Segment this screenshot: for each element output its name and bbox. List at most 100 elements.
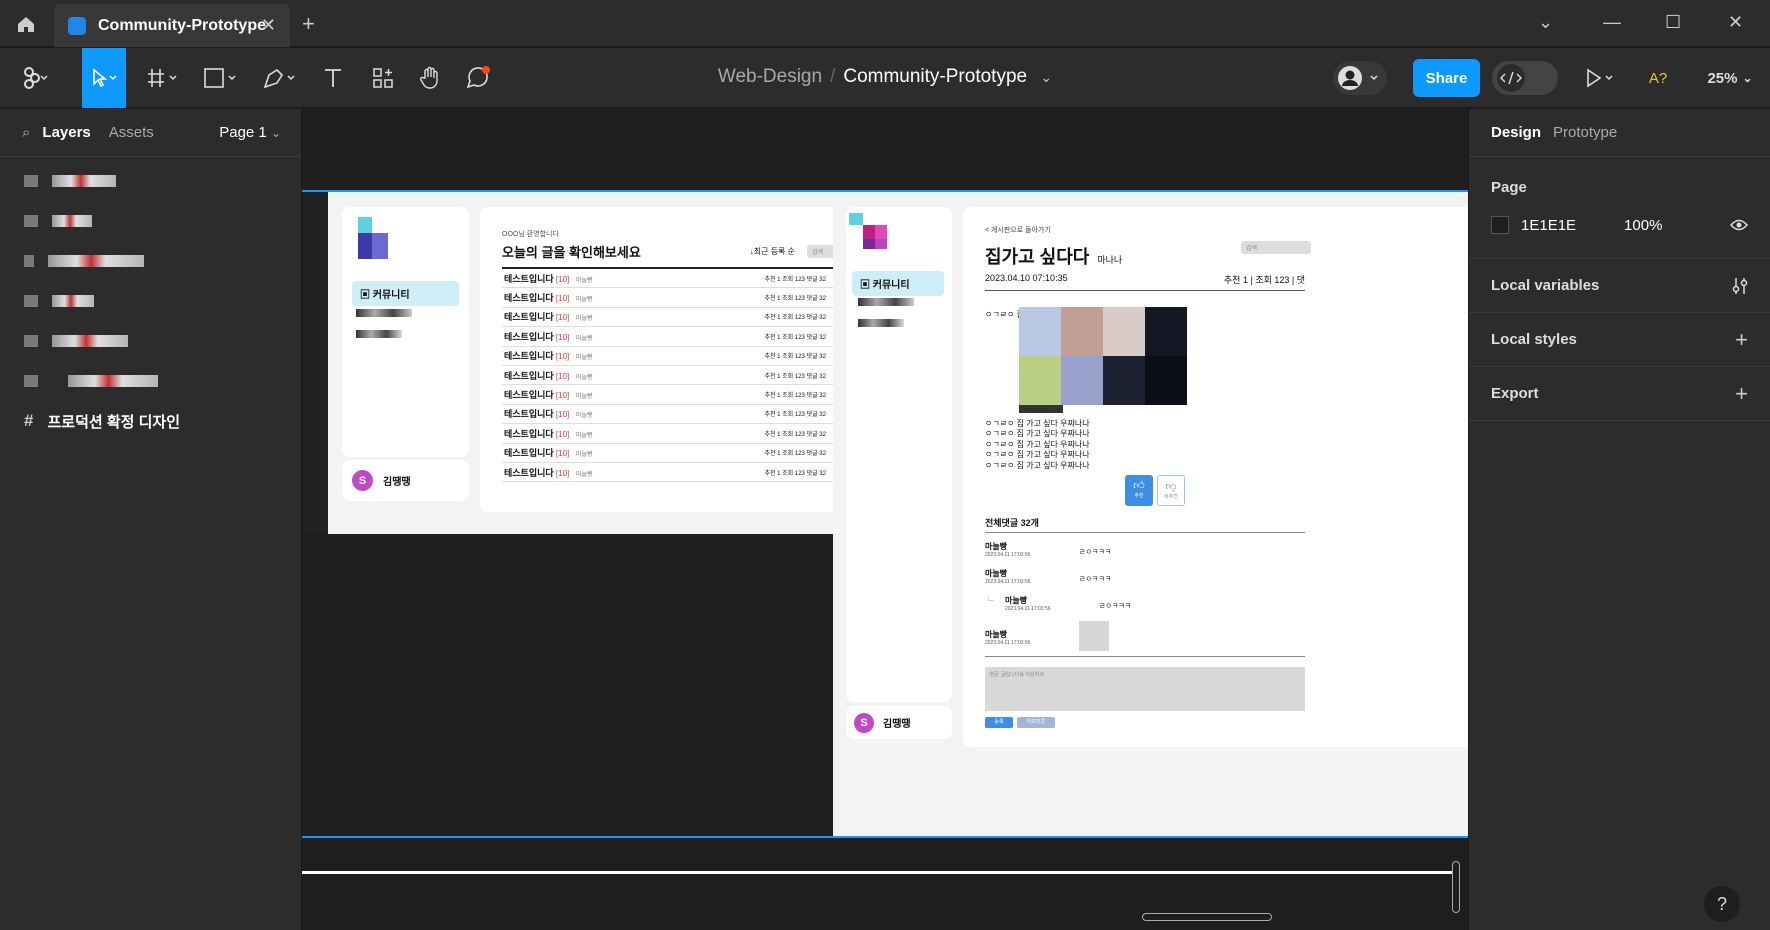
- back-link[interactable]: < 게시판으로 돌아가기: [985, 225, 1468, 235]
- layer-frame[interactable]: # 프로덕션 확정 디자인: [0, 401, 301, 441]
- help-button[interactable]: ?: [1704, 886, 1740, 922]
- page-selector[interactable]: Page 1 ⌄: [219, 124, 281, 141]
- sidebar-item-redacted[interactable]: [356, 309, 412, 317]
- layer-row[interactable]: [0, 321, 301, 361]
- post-title: 테스트입니다: [504, 448, 554, 459]
- layers-panel: ⌕ Layers Assets Page 1 ⌄ # 프로덕션 확정 디자인: [0, 109, 302, 930]
- layer-name-redacted: [52, 295, 94, 307]
- page-opacity[interactable]: 100%: [1624, 217, 1662, 234]
- avatar: S: [854, 712, 874, 733]
- dislike-button[interactable]: 👎︎ 비추천: [1157, 475, 1185, 506]
- layer-row[interactable]: [0, 241, 301, 281]
- sidebar-item-label: 커뮤니티: [872, 280, 910, 291]
- layer-row[interactable]: [0, 161, 301, 201]
- present-icon[interactable]: [1578, 48, 1622, 108]
- close-tab-icon[interactable]: ✕: [261, 15, 276, 36]
- chevron-down-icon[interactable]: ⌄: [1538, 12, 1553, 33]
- comment-count: [10]: [555, 449, 570, 459]
- submit-button[interactable]: 등록: [985, 717, 1013, 728]
- post-author: 마늘빵: [575, 316, 593, 323]
- left-panel-tabs: ⌕ Layers Assets Page 1 ⌄: [0, 109, 301, 157]
- divider: [985, 656, 1305, 657]
- add-style-icon[interactable]: +: [1735, 327, 1748, 353]
- layer-row[interactable]: [0, 361, 301, 401]
- like-button[interactable]: 👍︎ 추천: [1125, 475, 1153, 506]
- variables-icon[interactable]: [1732, 277, 1748, 295]
- post-stats: 추천 1 조회 123 댓글 32: [764, 393, 826, 400]
- title-bar: Community-Prototype ✕ + ⌄ — ☐ ✕: [0, 0, 1770, 47]
- add-export-icon[interactable]: +: [1735, 381, 1748, 407]
- sidebar-item-redacted[interactable]: [858, 319, 904, 327]
- post-stats: 추천 1 조회 123 댓글 32: [764, 373, 826, 380]
- community-icon: ▣: [360, 290, 370, 301]
- comment-count: [10]: [555, 410, 570, 420]
- comment-count: [10]: [555, 371, 570, 381]
- comment-input[interactable]: 댓글: 글입니다를 이용하세: [985, 667, 1305, 711]
- search-input[interactable]: 검색: [1241, 241, 1311, 254]
- canvas-divider: [302, 871, 1452, 874]
- minimize-icon[interactable]: —: [1603, 12, 1621, 33]
- page-name: Page 1: [219, 124, 267, 141]
- post-author: 마늘빵: [575, 335, 593, 342]
- search-icon[interactable]: ⌕: [22, 124, 30, 141]
- tab-prototype[interactable]: Prototype: [1553, 124, 1617, 141]
- reply-indent-icon: ∟: [987, 594, 995, 603]
- layer-row[interactable]: [0, 201, 301, 241]
- comment-count: [10]: [555, 352, 570, 362]
- chevron-down-icon[interactable]: ⌄: [1040, 69, 1052, 85]
- comment-count: [10]: [555, 391, 570, 401]
- post-author: 마늘빵: [575, 471, 593, 478]
- tab-assets[interactable]: Assets: [109, 124, 154, 141]
- comment-date: 2023.04.11 17:03:56: [985, 579, 1031, 585]
- sidebar-item-redacted[interactable]: [858, 298, 914, 306]
- page-color-value[interactable]: 1E1E1E: [1521, 217, 1576, 234]
- vertical-scrollbar[interactable]: [1452, 861, 1460, 913]
- post-body: ㅇㄱㄹㅇ 집 가고 싶다 우짜나나 ㅇㄱㄹㅇ 집 가고 싶다 우짜나나 ㅇㄱㄹㅇ…: [985, 419, 1090, 471]
- post-author: 마늘빵: [575, 277, 593, 284]
- layer-name-redacted: [52, 335, 128, 347]
- emoticon-button[interactable]: 이모티콘: [1017, 717, 1055, 728]
- account-menu[interactable]: [1330, 48, 1390, 108]
- eye-icon[interactable]: [1730, 219, 1748, 231]
- file-tab[interactable]: Community-Prototype ✕: [54, 4, 290, 47]
- zoom-level[interactable]: 25% ⌄: [1700, 48, 1760, 108]
- horizontal-scrollbar[interactable]: [1142, 913, 1272, 921]
- sidebar-item-redacted[interactable]: [356, 330, 402, 338]
- post-stats: 추천 1 조회 123 댓글 32: [764, 276, 826, 283]
- project-name[interactable]: Web-Design: [718, 66, 822, 87]
- comment-text: ㄹㅇㅋㅋㅋ: [1079, 576, 1112, 583]
- post-title: 테스트입니다: [504, 312, 554, 323]
- canvas[interactable]: ▣ 커뮤니티 S 김땡땡 OOO님 환영합니다 오늘의 글을 확인해보세요 ↓최…: [302, 109, 1468, 930]
- user-profile[interactable]: S 김땡땡: [846, 706, 952, 739]
- sidebar-item-community[interactable]: ▣ 커뮤니티: [352, 281, 459, 306]
- comment-count: [10]: [555, 274, 570, 284]
- missing-fonts-indicator[interactable]: A?: [1640, 48, 1676, 108]
- sort-button[interactable]: ↓최근 등록 순: [750, 246, 795, 257]
- tab-layers[interactable]: Layers: [42, 124, 90, 141]
- breadcrumb-separator: /: [830, 66, 836, 87]
- user-profile[interactable]: S 김땡땡: [342, 460, 469, 501]
- list-heading: 오늘의 글을 확인해보세요: [502, 245, 641, 260]
- comment-author: 마늘빵: [985, 630, 1008, 639]
- frame-post-detail[interactable]: ▣ 커뮤니티 S 김땡땡 < 게시판으로 돌아가기 검색 집가고 싶다다 마나나 …: [833, 192, 1468, 836]
- layer-icon: [24, 255, 34, 267]
- new-tab-icon[interactable]: +: [302, 11, 315, 37]
- page-color-swatch[interactable]: [1491, 216, 1509, 234]
- comment-item: 마늘빵 2023.04.11 17:03:56: [985, 629, 1031, 646]
- dev-mode-toggle[interactable]: [1492, 48, 1558, 108]
- maximize-icon[interactable]: ☐: [1665, 12, 1681, 33]
- home-icon[interactable]: [0, 0, 52, 47]
- post-stats: 추천 1 조회 123 댓글 32: [764, 296, 826, 303]
- comment-author: 마늘빵: [985, 569, 1008, 578]
- post-stats: 추천 1 조회 123 댓글 32: [764, 354, 826, 361]
- close-window-icon[interactable]: ✕: [1728, 12, 1743, 33]
- tab-design[interactable]: Design: [1491, 124, 1541, 141]
- sidebar-item-community[interactable]: ▣ 커뮤니티: [852, 271, 944, 296]
- comment-author: 마늘빵: [1005, 596, 1028, 605]
- post-title: 테스트입니다: [504, 409, 554, 420]
- share-button[interactable]: Share: [1413, 59, 1480, 97]
- post-stats: 추천 1 조회 123 댓글 32: [764, 315, 826, 322]
- post-author: 마늘빵: [575, 432, 593, 439]
- file-name[interactable]: Community-Prototype: [843, 66, 1027, 87]
- layer-row[interactable]: [0, 281, 301, 321]
